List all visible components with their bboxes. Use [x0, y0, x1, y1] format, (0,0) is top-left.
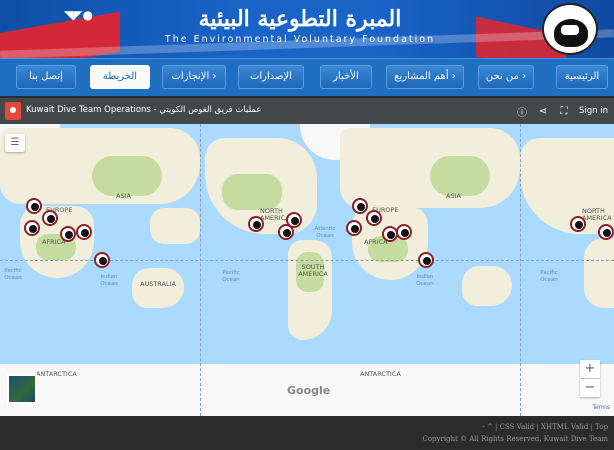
page-footer: - ^ | CSS Valid | XHTML Valid | Top Copy… — [0, 416, 614, 450]
label-antarctica: ANTARCTICA — [36, 370, 77, 378]
label-pacific-ocean-repeat: Pacific Ocean — [540, 270, 558, 283]
zoom-out-button[interactable]: − — [580, 379, 600, 397]
map-toolbar: Kuwait Dive Team Operations - عمليات فري… — [0, 98, 614, 124]
footer-links[interactable]: - ^ | CSS Valid | XHTML Valid | Top — [482, 423, 608, 431]
info-icon[interactable]: ⓘ — [516, 105, 528, 119]
map-toolbar-icons: ⓘ ⋖ ⛶ Sign in — [516, 103, 608, 119]
australia-landmass — [132, 268, 184, 308]
whale-icon: ◥◤● — [64, 8, 93, 22]
map-marker[interactable] — [24, 220, 40, 236]
south-america-landmass-repeat — [584, 238, 614, 308]
label-indian-ocean: Indian Ocean — [100, 274, 118, 287]
eurasia-landmass-repeat — [340, 128, 520, 208]
diver-mask — [561, 25, 579, 35]
google-logo: Google — [287, 384, 331, 397]
asia-vegetation — [92, 156, 162, 196]
map-marker[interactable] — [94, 252, 110, 268]
nav-item-projects[interactable]: أهم المشاريع › — [386, 65, 464, 89]
asia-vegetation-repeat — [430, 156, 490, 196]
nav-item-map[interactable]: الخريطة — [90, 65, 150, 89]
label-atlantic-ocean: Atlantic Ocean — [314, 226, 336, 239]
map-marker[interactable] — [248, 216, 264, 232]
label-indian-ocean-repeat: Indian Ocean — [416, 274, 434, 287]
label-antarctica-repeat: ANTARCTICA — [360, 370, 401, 378]
label-asia-repeat: ASIA — [446, 192, 461, 200]
site-title-english: The Environmental Voluntary Foundation — [164, 34, 436, 45]
map-pin-icon — [5, 102, 21, 120]
satellite-view-toggle[interactable] — [7, 374, 37, 404]
date-line — [200, 124, 201, 416]
label-pacific-ocean: Pacific Ocean — [222, 270, 240, 283]
label-north-america-repeat: NORTH AMERICA — [582, 207, 612, 222]
label-australia: AUSTRALIA — [140, 280, 176, 288]
date-line-repeat — [520, 124, 521, 416]
site-logo[interactable] — [542, 3, 598, 55]
map-marker[interactable] — [570, 216, 586, 232]
map-marker[interactable] — [396, 224, 412, 240]
map-marker[interactable] — [26, 198, 42, 214]
australia-landmass-repeat — [462, 266, 512, 306]
nav-item-contact[interactable]: إتصل بنا — [16, 65, 76, 89]
sign-in-link[interactable]: Sign in — [579, 106, 608, 116]
map-marker[interactable] — [352, 198, 368, 214]
share-icon[interactable]: ⋖ — [537, 105, 549, 117]
map-title: Kuwait Dive Team Operations - عمليات فري… — [26, 105, 262, 115]
label-asia: ASIA — [116, 192, 131, 200]
nav-item-news[interactable]: الأخبار — [320, 65, 372, 89]
map-marker[interactable] — [76, 224, 92, 240]
southeast-asia-landmass — [150, 208, 200, 244]
map-marker[interactable] — [346, 220, 362, 236]
label-pacific-ocean-left: Pacific Ocean — [4, 268, 22, 281]
nav-item-about[interactable]: من نحن › — [478, 65, 534, 89]
map-marker[interactable] — [418, 252, 434, 268]
label-south-america: SOUTH AMERICA — [298, 263, 328, 278]
map-marker[interactable] — [278, 224, 294, 240]
terms-link[interactable]: Terms — [592, 404, 610, 411]
nav-item-home[interactable]: الرئيسية — [556, 65, 608, 89]
site-title-arabic: المبرة التطوعية البيئية — [198, 6, 402, 32]
header-banner: ◥◤● المبرة التطوعية البيئية The Environm… — [0, 0, 614, 58]
main-nav: الرئيسية من نحن › أهم المشاريع › الأخبار… — [0, 58, 614, 96]
map-marker[interactable] — [366, 210, 382, 226]
fullscreen-icon[interactable]: ⛶ — [558, 105, 570, 117]
equator-line — [0, 260, 614, 261]
north-america-vegetation — [222, 174, 282, 210]
map-marker[interactable] — [60, 226, 76, 242]
nav-item-publications[interactable]: الإصدارات — [238, 65, 304, 89]
nav-item-achievements[interactable]: الإنجازات › — [162, 65, 226, 89]
legend-toggle-icon[interactable]: ☰ — [5, 134, 25, 152]
map-marker[interactable] — [598, 224, 614, 240]
footer-copyright: Copyright © All Rights Reserved, Kuwait … — [422, 435, 608, 443]
google-map[interactable]: Kuwait Dive Team Operations - عمليات فري… — [0, 98, 614, 416]
map-marker[interactable] — [42, 210, 58, 226]
zoom-in-button[interactable]: + — [580, 360, 600, 378]
